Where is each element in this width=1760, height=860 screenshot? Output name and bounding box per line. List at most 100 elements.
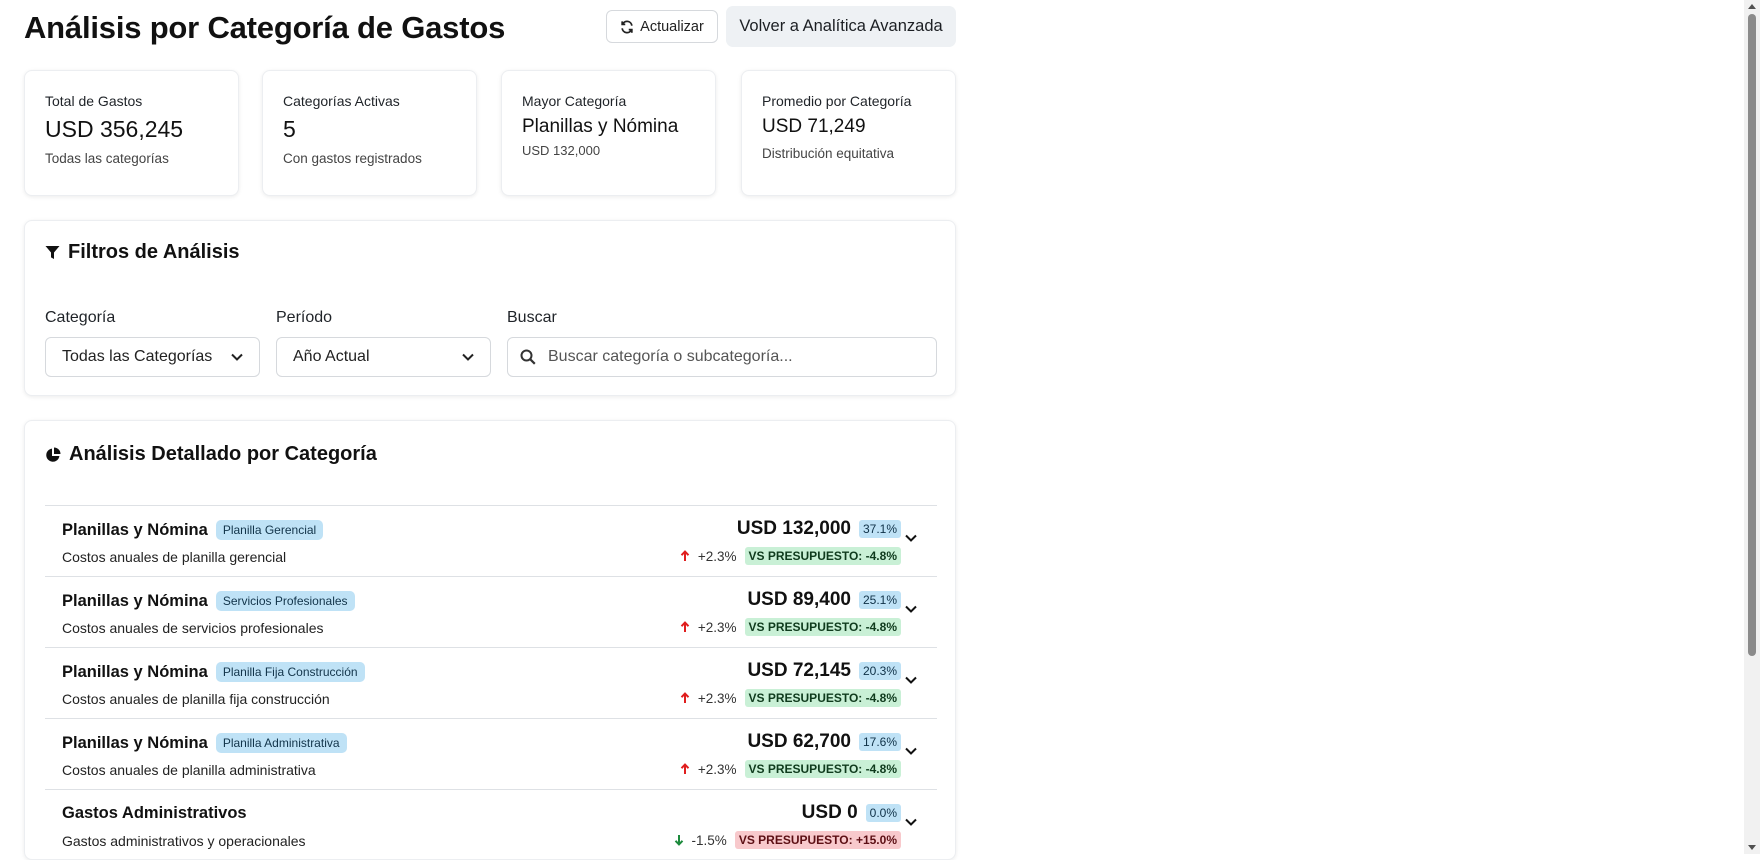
row-trend: +2.3% — [680, 549, 737, 564]
detail-title: Análisis Detallado por Categoría — [45, 443, 377, 466]
filter-icon — [45, 245, 60, 259]
chevron-down-icon — [462, 353, 474, 361]
row-name: Planillas y Nómina — [62, 520, 208, 539]
period-label: Período — [276, 309, 333, 326]
row-name: Planillas y Nómina — [62, 733, 208, 752]
kpi-sub: Todas las categorías — [45, 151, 169, 166]
subcategory-tag: Planilla Administrativa — [215, 733, 347, 753]
row-title: Planillas y Nómina Planilla Administrati… — [62, 733, 347, 753]
category-list: Planillas y Nómina Planilla Gerencial Co… — [45, 505, 937, 860]
row-trend: -1.5% — [674, 833, 727, 848]
row-percentage-badge: 0.0% — [865, 804, 901, 822]
back-to-advanced-analytics-button[interactable]: Volver a Analítica Avanzada — [726, 6, 956, 47]
row-name: Planillas y Nómina — [62, 591, 208, 610]
kpi-average-per-category: Promedio por Categoría USD 71,249 Distri… — [741, 70, 956, 196]
row-metrics: USD 62,700 17.6% +2.3% VS PRESUPUESTO: -… — [680, 731, 901, 778]
arrow-up-icon — [680, 621, 690, 632]
chevron-down-icon — [231, 353, 243, 361]
vs-budget-badge: VS PRESUPUESTO: -4.8% — [744, 760, 901, 778]
row-description: Costos anuales de planilla gerencial — [62, 549, 287, 565]
chevron-down-icon[interactable] — [905, 605, 917, 613]
chevron-down-icon[interactable] — [905, 747, 917, 755]
vs-budget-badge: VS PRESUPUESTO: -4.8% — [744, 689, 901, 707]
page: Análisis por Categoría de Gastos Actuali… — [0, 0, 1760, 860]
row-name: Planillas y Nómina — [62, 662, 208, 681]
row-title: Gastos Administrativos — [62, 804, 247, 823]
category-label: Categoría — [45, 309, 116, 326]
scrollbar-thumb[interactable] — [1748, 14, 1756, 656]
period-select[interactable]: Año Actual — [276, 337, 491, 377]
vs-budget-badge: VS PRESUPUESTO: -4.8% — [744, 547, 901, 565]
row-metrics: USD 72,145 20.3% +2.3% VS PRESUPUESTO: -… — [680, 660, 901, 707]
refresh-icon — [621, 19, 633, 34]
row-title: Planillas y Nómina Planilla Fija Constru… — [62, 662, 365, 682]
arrow-down-icon — [674, 835, 683, 846]
row-trend-value: +2.3% — [697, 548, 737, 564]
kpi-value: 5 — [283, 116, 296, 142]
detail-title-text: Análisis Detallado por Categoría — [69, 443, 377, 465]
row-amount: USD 62,700 — [747, 731, 851, 752]
arrow-up-icon — [680, 763, 690, 774]
row-percentage-badge: 25.1% — [858, 591, 901, 609]
category-row[interactable]: Planillas y Nómina Planilla Gerencial Co… — [45, 505, 937, 576]
chevron-down-icon[interactable] — [905, 676, 917, 684]
category-row[interactable]: Gastos Administrativos Gastos administra… — [45, 789, 937, 860]
vs-budget-badge: VS PRESUPUESTO: -4.8% — [744, 618, 901, 636]
filters-title: Filtros de Análisis — [45, 241, 240, 264]
row-metrics: USD 132,000 37.1% +2.3% VS PRESUPUESTO: … — [680, 518, 901, 565]
vertical-scrollbar[interactable] — [1744, 0, 1760, 854]
subcategory-tag: Planilla Fija Construcción — [215, 662, 365, 682]
row-description: Costos anuales de planilla administrativ… — [62, 762, 316, 778]
kpi-total-expenses: Total de Gastos USD 356,245 Todas las ca… — [24, 70, 239, 196]
vs-budget-badge: VS PRESUPUESTO: +15.0% — [734, 831, 901, 849]
scroll-up-arrow[interactable] — [1748, 4, 1756, 9]
period-select-value: Año Actual — [293, 348, 370, 365]
row-amount: USD 72,145 — [747, 660, 851, 681]
refresh-button[interactable]: Actualizar — [606, 10, 718, 43]
row-trend: +2.3% — [680, 620, 737, 635]
chevron-down-icon[interactable] — [905, 818, 917, 826]
main-content: Análisis por Categoría de Gastos Actuali… — [24, 0, 956, 860]
search-input[interactable] — [548, 348, 936, 366]
row-percentage-badge: 20.3% — [858, 662, 901, 680]
row-trend-value: +2.3% — [697, 761, 737, 777]
row-metrics: USD 89,400 25.1% +2.3% VS PRESUPUESTO: -… — [680, 589, 901, 636]
row-trend-value: -1.5% — [691, 832, 727, 848]
row-amount: USD 132,000 — [736, 518, 851, 539]
page-title: Análisis por Categoría de Gastos — [24, 10, 506, 45]
category-row[interactable]: Planillas y Nómina Planilla Administrati… — [45, 718, 937, 789]
search-box — [507, 337, 937, 377]
kpi-value: USD 71,249 — [762, 116, 866, 137]
category-select[interactable]: Todas las Categorías — [45, 337, 260, 377]
category-select-value: Todas las Categorías — [62, 348, 213, 365]
kpi-label: Categorías Activas — [283, 93, 400, 109]
row-trend-value: +2.3% — [697, 690, 737, 706]
kpi-top-category: Mayor Categoría Planillas y Nómina USD 1… — [501, 70, 716, 196]
filters-card: Filtros de Análisis Categoría Todas las … — [24, 220, 956, 396]
kpi-label: Mayor Categoría — [522, 93, 627, 109]
category-row[interactable]: Planillas y Nómina Planilla Fija Constru… — [45, 647, 937, 718]
arrow-up-icon — [680, 550, 690, 561]
search-icon — [508, 349, 548, 365]
filters-title-text: Filtros de Análisis — [68, 241, 240, 263]
row-percentage-badge: 17.6% — [858, 733, 901, 751]
kpi-sub: USD 132,000 — [522, 143, 601, 158]
scroll-down-arrow[interactable] — [1748, 845, 1756, 850]
row-title: Planillas y Nómina Servicios Profesional… — [62, 591, 355, 611]
chevron-down-icon[interactable] — [905, 534, 917, 542]
row-name: Gastos Administrativos — [62, 804, 247, 822]
row-amount: USD 89,400 — [747, 589, 851, 610]
subcategory-tag: Servicios Profesionales — [215, 591, 355, 611]
detailed-analysis-card: Análisis Detallado por Categoría Planill… — [24, 420, 956, 860]
category-row[interactable]: Planillas y Nómina Servicios Profesional… — [45, 576, 937, 647]
pie-chart-icon — [46, 447, 61, 462]
kpi-sub: Con gastos registrados — [283, 151, 422, 166]
kpi-active-categories: Categorías Activas 5 Con gastos registra… — [262, 70, 477, 196]
subcategory-tag: Planilla Gerencial — [215, 520, 324, 540]
kpi-value: Planillas y Nómina — [522, 116, 679, 137]
arrow-up-icon — [680, 692, 690, 703]
row-trend-value: +2.3% — [697, 619, 737, 635]
search-label: Buscar — [507, 309, 557, 326]
kpi-label: Promedio por Categoría — [762, 93, 912, 109]
row-description: Gastos administrativos y operacionales — [62, 833, 306, 849]
